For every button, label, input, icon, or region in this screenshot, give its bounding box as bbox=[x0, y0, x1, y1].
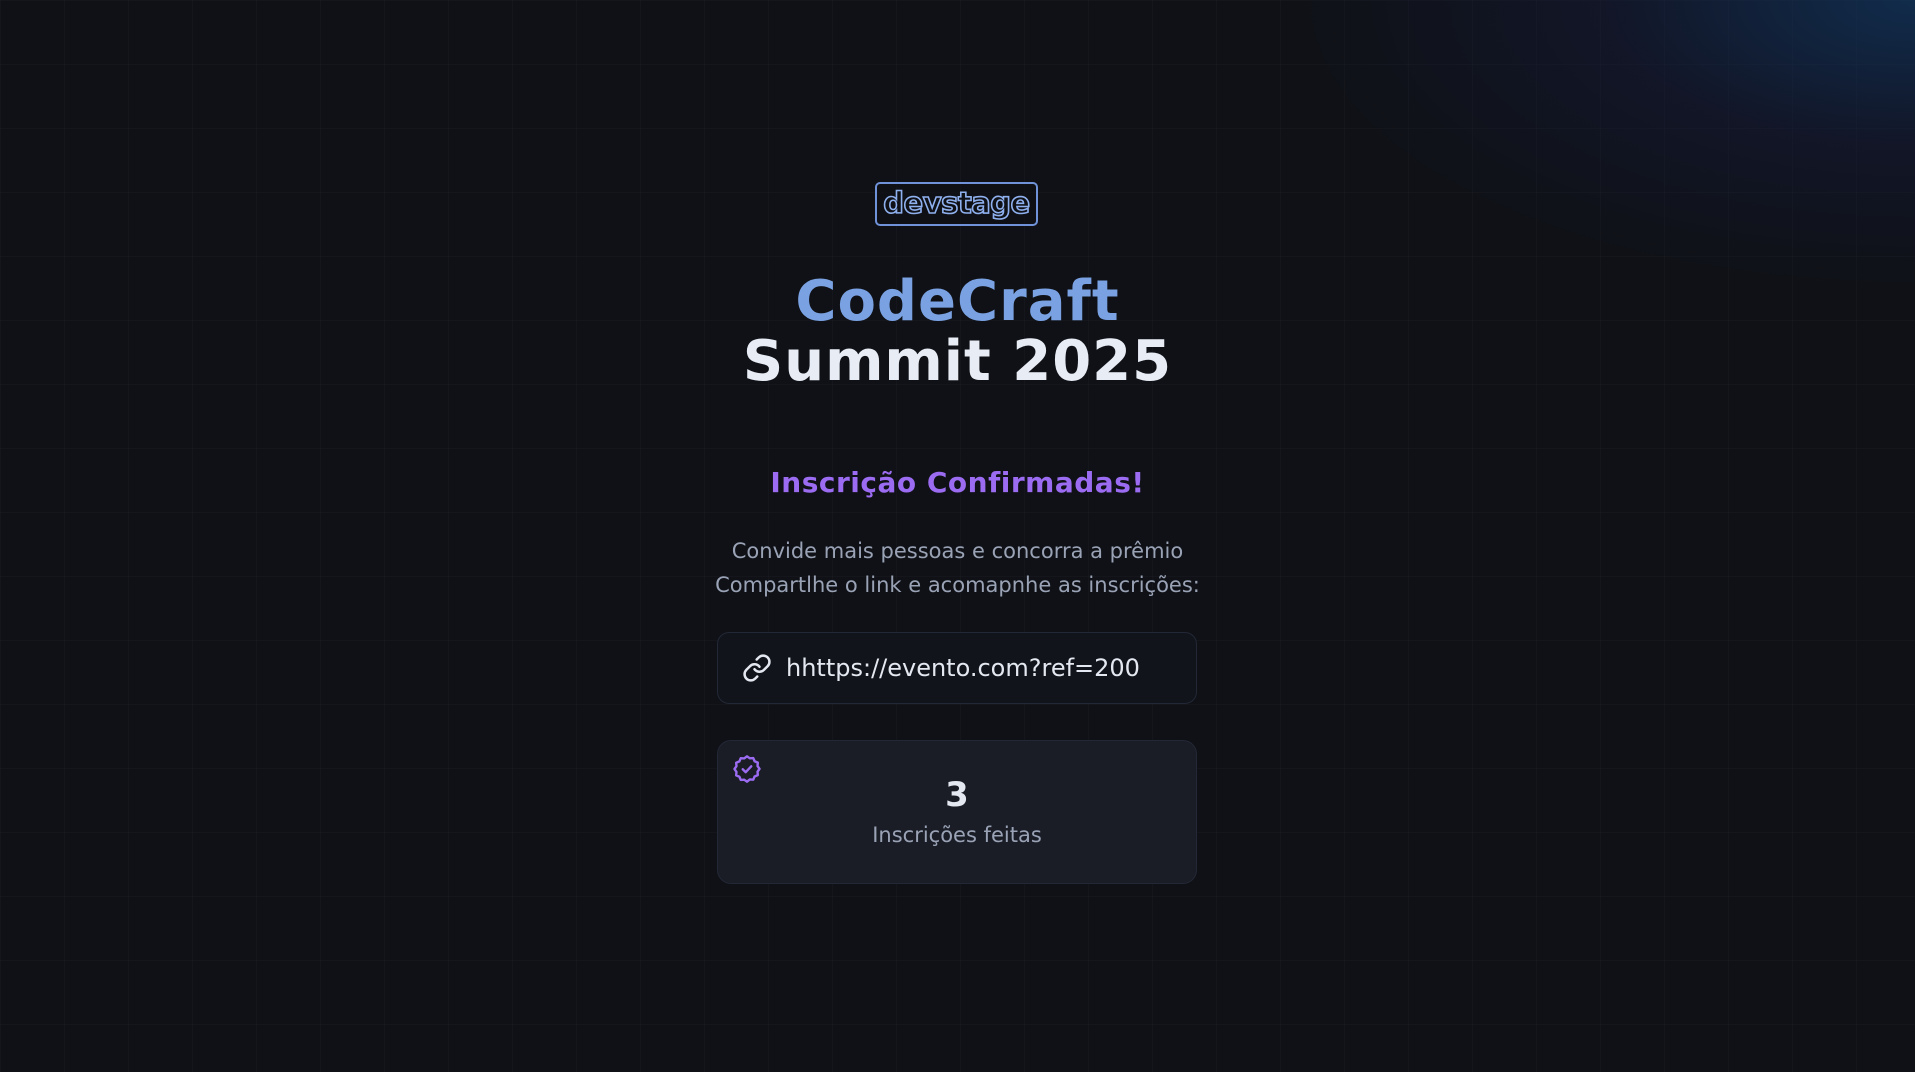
background-grid bbox=[0, 0, 1915, 1072]
description-line-1: Convide mais pessoas e concorra a prêmio bbox=[731, 539, 1184, 563]
invite-link-url[interactable]: hhttps://evento.com?ref=200 bbox=[786, 654, 1140, 682]
event-title-line1: CodeCraft bbox=[795, 269, 1120, 334]
confirmation-heading: Inscrição Confirmadas! bbox=[770, 466, 1145, 499]
invite-link-field[interactable]: hhttps://evento.com?ref=200 bbox=[717, 632, 1197, 704]
event-title-line2: Summit 2025 bbox=[742, 329, 1173, 394]
background-glow bbox=[0, 0, 1915, 1072]
subscriptions-stat-card: 3 Inscrições feitas bbox=[717, 740, 1197, 884]
description-line-2: Compartlhe o link e acomapnhe as inscriç… bbox=[715, 573, 1200, 597]
subscriptions-label: Inscrições feitas bbox=[872, 823, 1042, 847]
subscriptions-count: 3 bbox=[945, 775, 969, 815]
logo-text: devstage bbox=[882, 185, 1031, 220]
devstage-logo: devstage bbox=[875, 182, 1038, 226]
link-icon bbox=[742, 653, 772, 683]
